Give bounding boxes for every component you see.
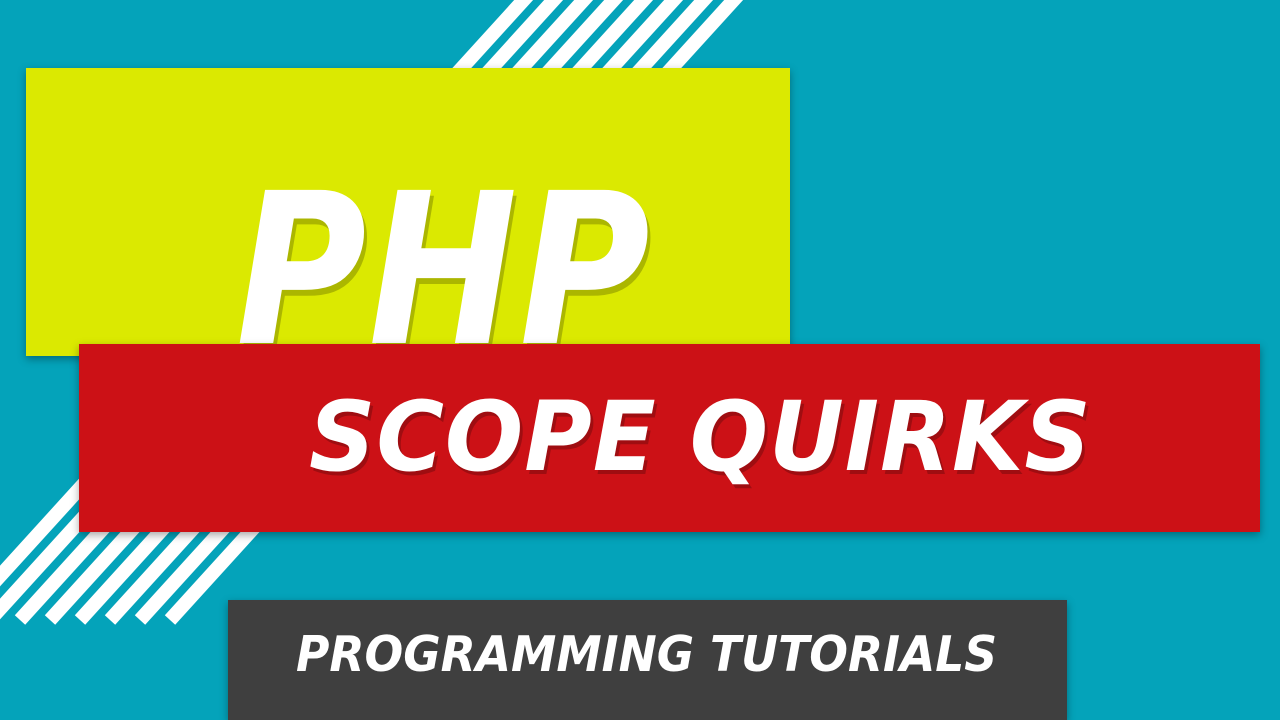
title-text: PHP	[236, 148, 652, 356]
series-label: PROGRAMMING TUTORIALS	[296, 626, 998, 683]
thumbnail-canvas: { "thumbnail": { "title": "PHP", "subtit…	[0, 0, 1280, 720]
subtitle-banner: SCOPE QUIRKS	[79, 344, 1260, 532]
title-banner: PHP	[26, 68, 790, 356]
subtitle-text: SCOPE QUIRKS	[309, 381, 1092, 493]
series-banner: PROGRAMMING TUTORIALS	[228, 600, 1067, 720]
